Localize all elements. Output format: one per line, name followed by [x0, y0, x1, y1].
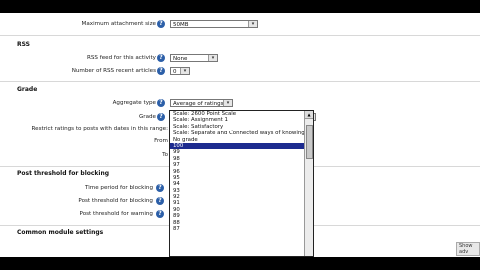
chevron-down-icon: ▾ [208, 55, 217, 61]
show-advanced-button[interactable]: Show adv [456, 242, 480, 256]
chevron-down-icon: ▾ [248, 21, 257, 27]
grade-dropdown-list[interactable]: Scale: 2600 Point Scale Scale: Assignment… [169, 110, 314, 257]
help-icon[interactable]: ? [156, 197, 164, 205]
aggregate-type-value: Average of ratings [173, 101, 224, 107]
max-attachment-select[interactable]: 50MB ▾ [170, 20, 258, 28]
grade-heading: Grade [17, 86, 38, 93]
aggregate-type-select[interactable]: Average of ratings ▾ [170, 99, 233, 107]
common-settings-heading: Common module settings [17, 229, 104, 236]
help-icon[interactable]: ? [157, 113, 165, 121]
letterbox-bottom [0, 257, 480, 270]
max-attachment-label: Maximum attachment size [81, 21, 156, 27]
from-label: From [154, 138, 168, 144]
dropdown-option[interactable]: Scale: Separate and Connected ways of kn… [170, 130, 306, 136]
rss-feed-value: None [173, 56, 188, 62]
divider [0, 35, 480, 36]
chevron-down-icon: ▾ [223, 100, 232, 106]
rss-feed-label: RSS feed for this activity [86, 55, 156, 61]
help-icon[interactable]: ? [157, 67, 165, 75]
aggregate-type-label: Aggregate type [112, 100, 156, 106]
rss-articles-label: Number of RSS recent articles [71, 68, 156, 74]
help-icon[interactable]: ? [157, 54, 165, 62]
restrict-ratings-label: Restrict ratings to posts with dates in … [31, 126, 168, 132]
mouse-cursor-icon [224, 122, 232, 131]
grade-options: Scale: 2600 Point Scale Scale: Assignment… [170, 111, 306, 232]
rss-articles-select[interactable]: 0 ▾ [170, 67, 190, 75]
post-threshold-heading: Post threshold for blocking [17, 170, 110, 177]
divider [0, 81, 480, 82]
warn-threshold-label: Post threshold for warning [79, 211, 153, 217]
help-icon[interactable]: ? [156, 210, 164, 218]
screen: Maximum attachment size ? 50MB ▾ RSS RSS … [0, 0, 480, 270]
help-icon[interactable]: ? [157, 20, 165, 28]
rss-heading: RSS [17, 41, 30, 48]
to-label: To [162, 152, 168, 158]
scroll-up-icon[interactable]: ▲ [305, 111, 313, 119]
rss-feed-select[interactable]: None ▾ [170, 54, 218, 62]
time-period-label: Time period for blocking [84, 185, 153, 191]
dropdown-option[interactable]: 87 [170, 226, 306, 232]
dropdown-scrollbar[interactable]: ▲ [304, 111, 313, 256]
chevron-down-icon: ▾ [180, 68, 189, 74]
grade-label: Grade [138, 114, 156, 120]
max-attachment-value: 50MB [173, 22, 189, 28]
letterbox-top [0, 0, 480, 13]
help-icon[interactable]: ? [156, 184, 164, 192]
scrollbar-thumb[interactable] [306, 125, 313, 159]
rss-articles-value: 0 [173, 69, 177, 75]
block-threshold-label: Post threshold for blocking [78, 198, 153, 204]
help-icon[interactable]: ? [157, 99, 165, 107]
